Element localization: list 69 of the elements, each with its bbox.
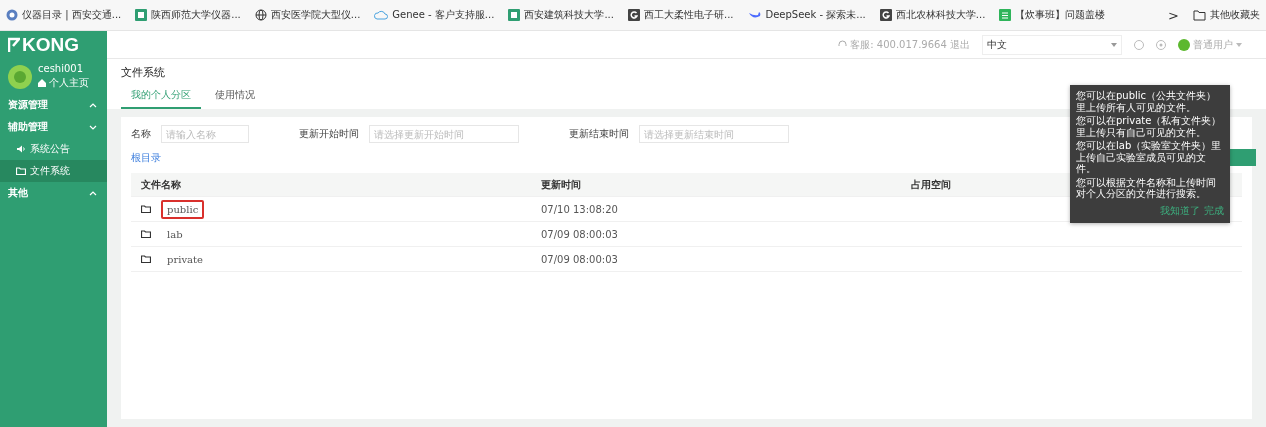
file-name[interactable]: lab [161, 224, 189, 244]
bookmark[interactable]: 西工大柔性电子研... [627, 8, 734, 22]
filter-label: 更新结束时间 [569, 127, 629, 141]
tooltip-text: 您可以在lab（实验室文件夹）里上传自己实验室成员可见的文件。 [1076, 140, 1223, 175]
column-header: 占用空间 [911, 177, 951, 192]
file-name[interactable]: private [161, 249, 209, 269]
letter-tile-icon [627, 9, 640, 21]
folder-icon [141, 230, 151, 238]
whale-icon [747, 10, 762, 20]
input-field[interactable]: 请选择更新结束时间 [639, 125, 789, 143]
folder-icon [1193, 9, 1206, 21]
bookmark[interactable]: 陕西师范大学仪器... [135, 8, 241, 22]
seal-icon [6, 9, 18, 21]
info-icon[interactable] [1134, 39, 1144, 50]
speaker-icon [16, 145, 26, 153]
input-field[interactable]: 请选择更新开始时间 [369, 125, 519, 143]
chevron-up-icon [89, 190, 97, 196]
logo: KONG [0, 31, 107, 59]
menu-label: 文件系统 [30, 164, 70, 178]
tab[interactable]: 我的个人分区 [121, 86, 201, 109]
bookmark[interactable]: 仪器目录 | 西安交通... [6, 8, 122, 22]
bookmark[interactable]: DeepSeek - 探索未... [747, 8, 866, 22]
file-name[interactable]: public [161, 199, 205, 219]
other-bookmarks[interactable]: 其他收藏夹 [1193, 8, 1260, 22]
folder-icon [141, 205, 151, 213]
menu-item[interactable]: 文件系统 [0, 160, 107, 182]
tab[interactable]: 使用情况 [205, 86, 265, 109]
cloud-icon [374, 10, 389, 20]
filter-label: 名称 [131, 127, 151, 141]
menu-label: 系统公告 [30, 142, 70, 156]
more-bookmarks[interactable]: > [1168, 7, 1179, 23]
tooltip-text: 您可以根据文件名称和上传时间对个人分区的文件进行搜索。 [1076, 176, 1217, 200]
caret-icon [1111, 42, 1117, 47]
user-name: ceshi001 [38, 63, 85, 74]
page-icon [508, 9, 521, 21]
headset-icon [838, 40, 848, 49]
chevron-down-icon [89, 124, 97, 130]
bookmark[interactable]: 西北农林科技大学... [879, 8, 986, 22]
caret-icon [1236, 42, 1242, 47]
home-icon [38, 79, 46, 87]
page-icon [135, 9, 148, 21]
settings-icon[interactable] [1156, 39, 1166, 50]
avatar [8, 64, 32, 89]
chevron-up-icon [89, 102, 97, 108]
table-cell-text: 07/10 13:08:20 [541, 203, 619, 215]
page-title: 文件系统 [121, 65, 166, 80]
column-header: 更新时间 [541, 177, 581, 192]
table-cell-text: 07/09 08:00:03 [541, 228, 619, 240]
letter-tile-icon [879, 9, 892, 21]
tooltip-text: 您可以在public（公共文件夹）里上传所有人可见的文件。 [1076, 90, 1218, 113]
logo-mark-icon [8, 37, 20, 53]
folder-icon [16, 167, 26, 175]
service-info: 客服: 400.017.9664 退出 [838, 37, 970, 52]
done-link[interactable]: 完成 [1204, 203, 1224, 218]
tooltip-text: 您可以在private（私有文件夹）里上传只有自己可见的文件。 [1076, 115, 1223, 138]
globe-icon [254, 9, 267, 21]
language-select[interactable]: 中文 [982, 34, 1122, 55]
table-cell-text: 07/09 08:00:03 [541, 253, 619, 265]
bookmark[interactable]: 西安建筑科技大学... [508, 8, 614, 22]
bookmark[interactable]: Genee - 客户支持服... [374, 8, 495, 22]
user-avatar-icon [1178, 38, 1190, 51]
bookmark[interactable]: 西安医学院大型仪... [254, 8, 361, 22]
dismiss-link[interactable]: 我知道了 [1160, 203, 1200, 218]
folder-icon [141, 255, 151, 263]
column-header: 文件名称 [141, 177, 181, 192]
filter-label: 更新开始时间 [299, 127, 359, 141]
spreadsheet-icon [999, 9, 1012, 21]
input-field[interactable]: 请输入名称 [161, 125, 249, 143]
bookmark[interactable]: 【炊事班】问题盖楼 [999, 8, 1106, 22]
